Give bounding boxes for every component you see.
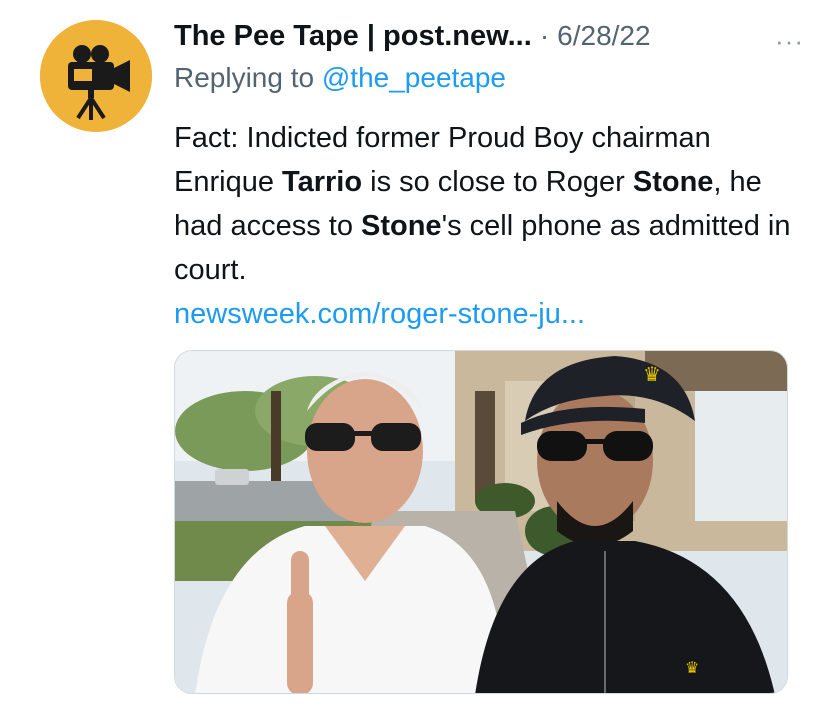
svg-text:♛: ♛: [643, 362, 661, 386]
avatar[interactable]: [40, 20, 152, 132]
reply-handle-link[interactable]: @the_peetape: [322, 62, 506, 93]
tweet-photo[interactable]: ♛ ♛: [174, 350, 788, 694]
tweet-date[interactable]: 6/28/22: [557, 20, 650, 52]
more-horizontal-icon[interactable]: ···: [775, 26, 804, 57]
text-bold: Stone: [361, 210, 442, 242]
svg-text:♛: ♛: [685, 658, 699, 677]
author-name[interactable]: The Pee Tape | post.new...: [174, 20, 532, 53]
article-link[interactable]: newsweek.com/roger-stone-ju...: [174, 298, 585, 330]
reply-prefix: Replying to: [174, 62, 315, 93]
photo-image: ♛ ♛: [175, 351, 787, 693]
text-part: is so close to Roger: [362, 166, 633, 198]
separator: ·: [539, 20, 550, 51]
tweet-header: The Pee Tape | post.new... · 6/28/22 ···: [174, 14, 814, 58]
text-bold: Tarrio: [282, 166, 363, 198]
reply-context: Replying to @the_peetape: [174, 62, 506, 94]
text-bold: Stone: [632, 166, 714, 198]
tweet-text: Fact: Indicted former Proud Boy chairman…: [174, 116, 794, 336]
video-camera-icon: [40, 20, 152, 132]
